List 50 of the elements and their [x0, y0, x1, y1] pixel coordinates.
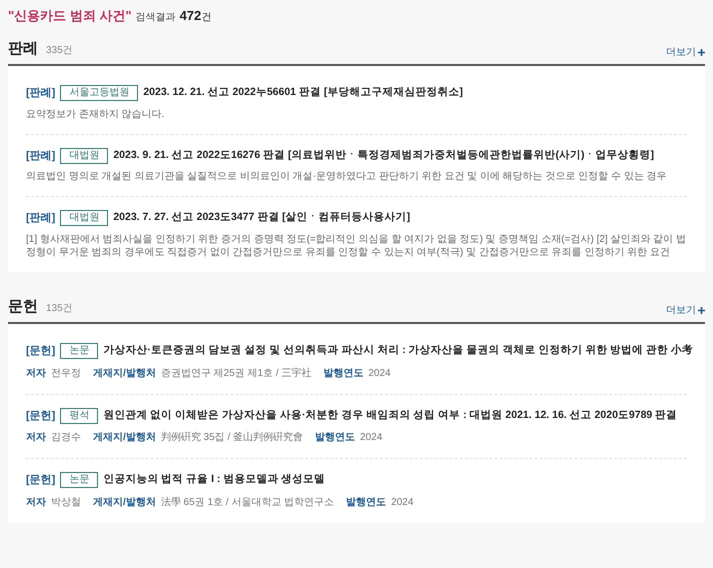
result-title-link[interactable]: 2023. 12. 21. 선고 2022누56601 판결 [부당해고구제재심판정취소] [143, 85, 463, 102]
more-link[interactable]: 더보기 [666, 45, 705, 60]
meta-value: 判例硏究 35집 / 釜山判例硏究會 [160, 430, 304, 445]
section-title: 판례 [8, 38, 38, 58]
meta-label: 발행연도 [315, 431, 356, 445]
summary-text: 의료법인 명의로 개설된 의료기관을 실질적으로 비의료인이 개설·운영하였다고 판단하기 위한 요건 및 이에 해당하는 것으로 인정할 수 있는 경우 [26, 170, 668, 183]
result-title-link[interactable]: 2023. 9. 21. 선고 2022도16276 판결 [의료법위반ㆍ특정경제범죄가중처벌등에관한법률위반(사기)ㆍ업무상횡령] [113, 148, 654, 164]
meta-value: 김경수 [51, 431, 81, 445]
court-badge: 평석 [60, 408, 98, 424]
plus-icon [698, 49, 705, 56]
result-title-link[interactable]: 인공지능의 법적 규율 I : 범용모델과 생성모델 [103, 472, 326, 488]
search-query: "신용카드 범죄 사건" [8, 7, 132, 25]
meta-value: 法學 65권 1호 / 서울대학교 법학연구소 [160, 496, 334, 510]
meta-value: 증권법연구 제25권 제1호 / 三宇社 [160, 366, 312, 380]
court-badge: 대법원 [60, 148, 108, 164]
meta-value: 2024 [391, 496, 414, 510]
category-tag: [문헌] [26, 408, 56, 424]
meta-value: 박상철 [51, 496, 81, 510]
result-count: 472건 [180, 7, 212, 25]
meta-label: 저자 [26, 496, 46, 510]
meta-label: 게재지/발행처 [93, 496, 156, 510]
more-link[interactable]: 더보기 [666, 303, 705, 318]
meta-label: 저자 [26, 431, 46, 445]
court-badge: 서울고등법원 [60, 85, 138, 102]
result-label: 검색결과 [136, 11, 176, 25]
category-tag: [문헌] [26, 343, 56, 360]
meta-label: 발행연도 [323, 366, 364, 380]
plus-icon [698, 307, 705, 314]
summary-text: 요약정보가 존재하지 않습니다. [26, 108, 166, 120]
meta-label: 저자 [26, 366, 46, 380]
section-count: 335건 [46, 44, 73, 58]
meta-label: 발행연도 [346, 496, 386, 510]
result-title-link[interactable]: 2023. 7. 27. 선고 2023도3477 판결 [살인ㆍ컴퓨터등사용사기] [113, 210, 410, 226]
category-tag: [판례] [26, 210, 56, 226]
category-tag: [판례] [26, 85, 56, 102]
section-count: 135건 [46, 302, 73, 316]
result-title-link[interactable]: 원인관계 없이 이체받은 가상자산을 사용·처분한 경우 배임죄의 성립 여부 : 대법원 2021. 12. 16. 선고 2020도9789 판결 [103, 408, 678, 424]
court-badge: 대법원 [60, 210, 108, 226]
section-title: 문헌 [8, 296, 38, 316]
court-badge: 논문 [60, 343, 98, 360]
meta-label: 게재지/발행처 [93, 431, 156, 445]
court-badge: 논문 [60, 472, 98, 488]
category-tag: [판례] [26, 148, 56, 164]
meta-value: 2024 [368, 366, 391, 380]
meta-value: 2024 [360, 431, 382, 445]
summary-text: [1] 형사재판에서 범죄사실을 인정하기 위한 증거의 증명력 정도(=합리적인 의심을 할 여지가 없을 정도) 및 증명책임 소재(=검사) [2] 살인죄와 같이 법정형이 무거운 범죄의 경우에도 직접증거 없이 간접증거만으로 유죄를 인정할 수 있는지 여부(적극) 및 간접증거만으로 유죄를 인정하기 위한 요건 [26, 232, 687, 258]
result-title-link[interactable]: 가상자산·토큰증권의 담보권 설정 및 선의취득과 파산시 처리 : 가상자산을 물권의 객체로 인정하기 위한 방법에 관한 小考 [103, 343, 694, 360]
meta-label: 게재지/발행처 [93, 366, 156, 380]
category-tag: [문헌] [26, 472, 56, 488]
meta-value: 전우정 [51, 366, 81, 380]
